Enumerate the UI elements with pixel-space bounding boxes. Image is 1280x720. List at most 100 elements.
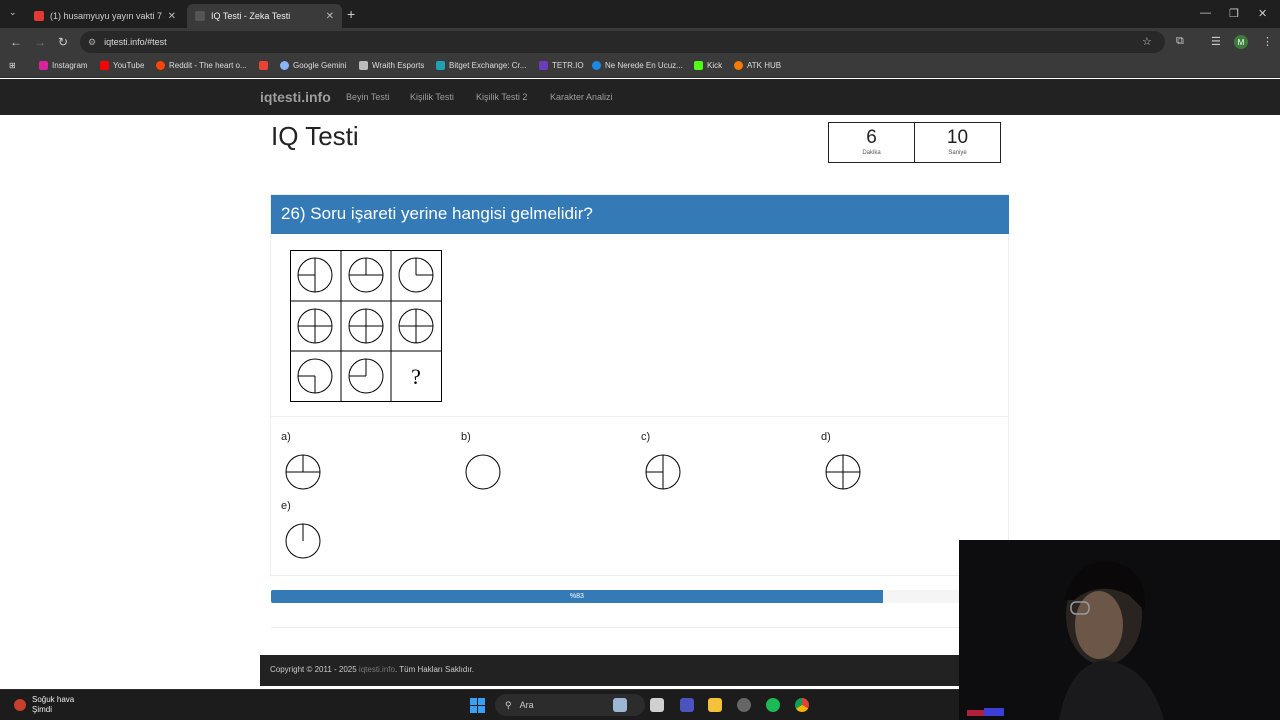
minimize-icon[interactable]: — [1200, 7, 1211, 19]
nav-beyin-testi[interactable]: Beyin Testi [346, 92, 389, 102]
site-footer: Copyright © 2011 - 2025 iqtesti.info. Tü… [260, 655, 960, 686]
bookmark-star-icon[interactable]: ☆ [1142, 35, 1152, 48]
cell-1-1-figure [297, 257, 333, 293]
weather-sub: Şimdi [32, 705, 53, 714]
weather-icon [14, 699, 26, 711]
kick-icon [694, 61, 703, 70]
tab-title: (1) husamyuyu yayın vakti 7 - Y [50, 11, 165, 21]
close-tab-icon[interactable]: ✕ [326, 11, 334, 22]
bookmark-bitget[interactable]: Bitget Exchange: Cr... [436, 61, 526, 70]
bookmark-gemini[interactable]: Google Gemini [280, 61, 346, 70]
bookmark-reddit[interactable]: Reddit - The heart o... [156, 61, 247, 70]
full-cross-circle-icon [825, 454, 861, 490]
nav-kisilik-testi-2[interactable]: Kişilik Testi 2 [476, 92, 527, 102]
footer-copyright: Copyright © 2011 - 2025 [270, 665, 359, 674]
reload-icon[interactable]: ↻ [58, 35, 68, 49]
circle-single-line-icon [285, 523, 321, 559]
gemini-icon [280, 61, 289, 70]
footer-rights: . Tüm Hakları Saklıdır. [394, 665, 474, 674]
new-tab-icon[interactable]: + [347, 6, 355, 22]
url-bar[interactable]: ⚙ iqtesti.info/#test [80, 31, 1165, 53]
settings-app-icon[interactable] [737, 698, 751, 712]
bookmark-kick[interactable]: Kick [694, 61, 722, 70]
more-menu-icon[interactable]: ⋮ [1262, 35, 1273, 48]
cell-2-2-figure [348, 308, 384, 344]
reddit-icon [156, 61, 165, 70]
bookmark-wraith[interactable]: Wraith Esports [359, 61, 424, 70]
file-explorer-icon[interactable] [708, 698, 722, 712]
option-e-label[interactable]: e) [281, 500, 291, 512]
tetrio-icon [539, 61, 548, 70]
site-navbar: iqtesti.info Beyin Testi Kişilik Testi K… [0, 79, 1280, 115]
back-icon[interactable]: ← [10, 35, 22, 49]
cell-1-2-figure [348, 257, 384, 293]
bookmark-instagram[interactable]: Instagram [39, 61, 88, 70]
site-favicon-icon [195, 11, 205, 21]
gmail-icon [259, 61, 268, 70]
nav-karakter-analizi[interactable]: Karakter Analizi [550, 92, 613, 102]
timer-seconds: 10 Saniye [914, 123, 1000, 162]
bookmarks-bar: ⊞ Instagram YouTube Reddit - The heart o… [0, 56, 1280, 78]
bookmark-nenerede[interactable]: Ne Nerede En Ucuz... [592, 61, 683, 70]
seconds-label: Saniye [948, 150, 967, 156]
bookmark-gmail-icon[interactable] [259, 61, 272, 70]
extensions-icon[interactable]: ⧉ [1176, 35, 1184, 48]
weather-widget[interactable]: Soğuk hava Şimdi [14, 695, 74, 715]
youtube-icon [100, 61, 109, 70]
site-brand[interactable]: iqtesti.info [260, 89, 331, 105]
url-text: iqtesti.info/#test [104, 37, 167, 47]
profile-avatar[interactable]: M [1234, 35, 1248, 49]
close-window-icon[interactable]: ✕ [1258, 7, 1267, 20]
option-c-button[interactable] [644, 453, 682, 491]
question-heading: 26) Soru işareti yerine hangisi gelmelid… [271, 195, 1009, 234]
option-b-button[interactable] [464, 453, 502, 491]
apps-grid-icon[interactable]: ⊞ [9, 61, 16, 70]
reading-list-icon[interactable]: ☰ [1211, 35, 1221, 48]
footer-link[interactable]: iqtesti.info [359, 665, 395, 674]
tab-iqtest[interactable]: IQ Testi - Zeka Testi ✕ [187, 4, 342, 28]
task-view-icon[interactable] [650, 698, 664, 712]
check-icon [592, 61, 601, 70]
chrome-icon[interactable] [795, 698, 809, 712]
close-tab-icon[interactable]: ✕ [168, 11, 176, 22]
maximize-icon[interactable]: ❐ [1229, 7, 1239, 20]
site-info-icon[interactable]: ⚙ [88, 37, 96, 48]
cell-2-3-figure [398, 308, 434, 344]
option-e-button[interactable] [284, 522, 322, 560]
webcam-overlay [959, 540, 1280, 720]
puzzle-matrix: ? [290, 250, 442, 402]
option-c-label[interactable]: c) [641, 431, 650, 443]
copilot-icon[interactable] [613, 698, 627, 712]
option-a-label[interactable]: a) [281, 431, 291, 443]
option-d-button[interactable] [824, 453, 862, 491]
windows-taskbar: Soğuk hava Şimdi ⚲ Ara [0, 689, 959, 720]
minutes-value: 6 [866, 127, 877, 148]
bookmark-tetrio[interactable]: TETR.IO [539, 61, 584, 70]
tab-title: IQ Testi - Zeka Testi [211, 11, 291, 21]
instagram-icon [39, 61, 48, 70]
countdown-timer: 6 Dakika 10 Saniye [828, 122, 1001, 163]
option-a-button[interactable] [284, 453, 322, 491]
option-d-label[interactable]: d) [821, 431, 831, 443]
minutes-label: Dakika [862, 150, 881, 156]
nav-kisilik-testi[interactable]: Kişilik Testi [410, 92, 454, 102]
forward-icon[interactable]: → [34, 35, 46, 49]
atkhub-icon [734, 61, 743, 70]
progress-fill: %83 [271, 590, 883, 603]
cell-1-3-figure [398, 257, 434, 293]
address-toolbar: ← → ↻ ⚙ iqtesti.info/#test ☆ ⧉ ☰ ⋮ [0, 28, 1280, 56]
bookmark-atkhub[interactable]: ATK HUB [734, 61, 781, 70]
spotify-icon[interactable] [766, 698, 780, 712]
circle-vertical-plus-left-icon [645, 454, 681, 490]
divider [271, 627, 1008, 628]
question-mark: ? [411, 364, 421, 389]
teams-icon[interactable] [680, 698, 694, 712]
search-placeholder: Ara [519, 700, 534, 710]
tab-youtube[interactable]: (1) husamyuyu yayın vakti 7 - Y ✕ [26, 4, 184, 28]
bitget-icon [436, 61, 445, 70]
tab-search-icon[interactable]: ⌄ [9, 7, 17, 18]
bookmark-youtube[interactable]: YouTube [100, 61, 144, 70]
circle-three-quarter-cross-icon [285, 454, 321, 490]
option-b-label[interactable]: b) [461, 431, 471, 443]
windows-start-icon[interactable] [470, 698, 485, 713]
